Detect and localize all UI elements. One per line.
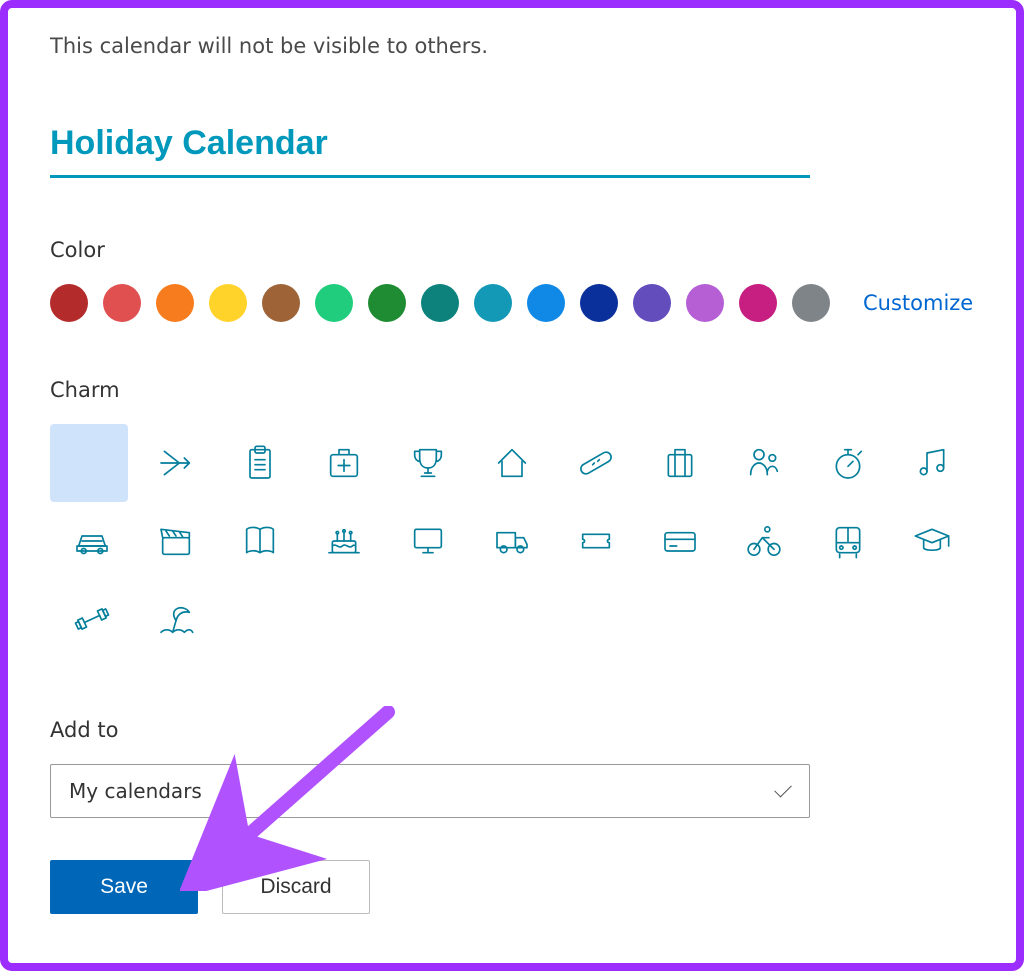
charm-car-icon[interactable]	[50, 502, 134, 580]
charm-firstaid-icon[interactable]	[302, 424, 386, 502]
calendar-name-input[interactable]	[50, 124, 810, 163]
color-swatch-5[interactable]	[315, 284, 353, 322]
charm-clipboard-icon[interactable]	[218, 424, 302, 502]
charm-trophy-icon[interactable]	[386, 424, 470, 502]
charm-creditcard-icon[interactable]	[638, 502, 722, 580]
charm-section-label: Charm	[50, 378, 974, 402]
charm-home-icon[interactable]	[470, 424, 554, 502]
color-swatch-2[interactable]	[156, 284, 194, 322]
color-swatch-3[interactable]	[209, 284, 247, 322]
charm-airplane-icon[interactable]	[134, 424, 218, 502]
color-swatch-1[interactable]	[103, 284, 141, 322]
charm-cycling-icon[interactable]	[722, 502, 806, 580]
charm-people-icon[interactable]	[722, 424, 806, 502]
charm-barbell-icon[interactable]	[50, 580, 134, 658]
charm-truck-icon[interactable]	[470, 502, 554, 580]
charm-grid	[50, 424, 1010, 658]
charm-music-icon[interactable]	[890, 424, 974, 502]
color-swatch-6[interactable]	[368, 284, 406, 322]
visibility-hint: This calendar will not be visible to oth…	[50, 34, 974, 58]
chevron-down-icon	[774, 779, 792, 797]
charm-beach-icon[interactable]	[134, 580, 218, 658]
charm-graduation-icon[interactable]	[890, 502, 974, 580]
color-swatch-7[interactable]	[421, 284, 459, 322]
charm-ticket-icon[interactable]	[554, 502, 638, 580]
color-swatch-0[interactable]	[50, 284, 88, 322]
color-swatch-13[interactable]	[739, 284, 777, 322]
addto-dropdown-value: My calendars	[69, 779, 202, 803]
charm-monitor-icon[interactable]	[386, 502, 470, 580]
color-swatch-row: Customize	[50, 284, 974, 322]
charm-bandage-icon[interactable]	[554, 424, 638, 502]
action-button-row: Save Discard	[50, 860, 974, 914]
save-button[interactable]: Save	[50, 860, 198, 914]
color-swatch-9[interactable]	[527, 284, 565, 322]
discard-button[interactable]: Discard	[222, 860, 370, 914]
color-swatch-10[interactable]	[580, 284, 618, 322]
addto-dropdown[interactable]: My calendars	[50, 764, 810, 818]
charm-clapper-icon[interactable]	[134, 502, 218, 580]
color-swatch-11[interactable]	[633, 284, 671, 322]
color-section-label: Color	[50, 238, 974, 262]
charm-stopwatch-icon[interactable]	[806, 424, 890, 502]
charm-bus-icon[interactable]	[806, 502, 890, 580]
color-swatch-12[interactable]	[686, 284, 724, 322]
calendar-name-field-wrap	[50, 124, 810, 178]
customize-color-link[interactable]: Customize	[863, 291, 973, 315]
charm-cake-icon[interactable]	[302, 502, 386, 580]
color-swatch-4[interactable]	[262, 284, 300, 322]
charm-suitcase-icon[interactable]	[638, 424, 722, 502]
addto-section-label: Add to	[50, 718, 810, 742]
charm-none-icon[interactable]	[50, 424, 128, 502]
color-swatch-8[interactable]	[474, 284, 512, 322]
charm-book-icon[interactable]	[218, 502, 302, 580]
color-swatch-14[interactable]	[792, 284, 830, 322]
